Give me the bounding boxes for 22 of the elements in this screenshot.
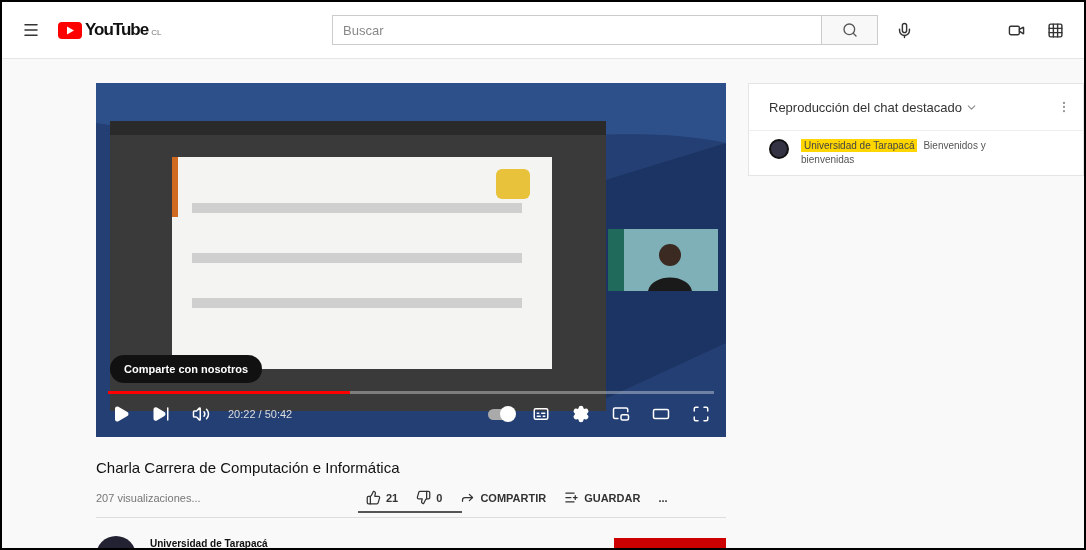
chat-mode-dropdown[interactable]: Reproducción del chat destacado (769, 99, 978, 115)
video-title: Charla Carrera de Computación e Informática (96, 459, 401, 476)
more-button[interactable]: ... (658, 491, 668, 504)
search-button[interactable] (822, 15, 878, 45)
thumbs-up-icon (366, 490, 381, 505)
list-plus-icon (564, 490, 580, 505)
view-count: 207 visualizaciones... (96, 491, 202, 504)
chat-message: Universidad de Tarapacá Bienvenidos y bienvenidas (801, 139, 987, 167)
tooltip: Comparte con nosotros (110, 355, 263, 383)
search-field[interactable]: Buscar (332, 15, 822, 45)
share-button[interactable]: COMPARTIR (460, 490, 547, 505)
search-icon (841, 22, 858, 38)
logo-text[interactable]: YouTube (85, 20, 149, 40)
play-logo-icon (58, 21, 82, 39)
autoplay-toggle[interactable] (488, 408, 514, 420)
thumbs-down-icon (416, 490, 432, 505)
time-display: 20:22 / 50:42 (228, 408, 293, 420)
dislike-button[interactable]: 0 (416, 490, 443, 505)
country-code: CL (151, 28, 162, 37)
user-avatar (769, 139, 789, 159)
save-button[interactable]: GUARDAR (564, 490, 641, 505)
like-button[interactable]: 21 (366, 490, 399, 505)
